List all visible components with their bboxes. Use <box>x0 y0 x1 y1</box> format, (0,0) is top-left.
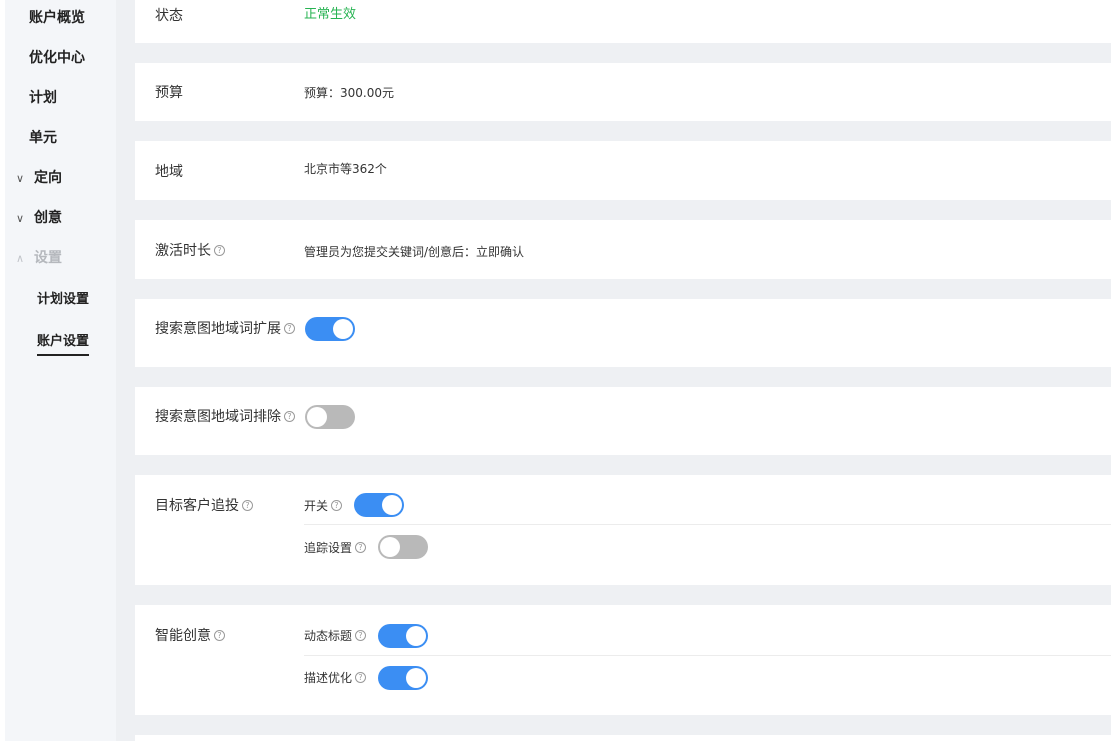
smart-creative-label: 智能创意? <box>155 627 225 645</box>
region-exclude-toggle[interactable] <box>305 405 355 429</box>
description-optimization-label: 描述优化? <box>304 670 367 686</box>
retarget-label: 目标客户追投? <box>155 497 253 515</box>
region-expand-label-text: 搜索意图地域词扩展 <box>155 321 281 337</box>
region-exclude-label: 搜索意图地域词排除? <box>155 408 295 426</box>
budget-value[interactable]: 预算：300.00元 <box>304 85 394 101</box>
toggle-knob <box>406 668 426 688</box>
sidebar-item-label: 定向 <box>34 170 62 186</box>
retarget-switch-label: 开关? <box>304 498 343 514</box>
status-card: 状态 正常生效 <box>135 0 1111 43</box>
budget-label: 预算 <box>155 85 183 101</box>
tracking-settings-label: 追踪设置? <box>304 540 367 556</box>
budget-card: 预算 预算：300.00元 <box>135 63 1111 121</box>
region-exclude-label-text: 搜索意图地域词排除 <box>155 409 281 425</box>
description-optimization-toggle[interactable] <box>378 666 428 690</box>
region-expand-label: 搜索意图地域词扩展? <box>155 320 295 338</box>
activation-label-text: 激活时长 <box>155 243 211 259</box>
sidebar-item-label: 账户概览 <box>29 10 85 26</box>
sidebar-item-label: 单元 <box>29 130 57 146</box>
divider <box>304 524 1111 525</box>
region-label: 地域 <box>155 164 183 180</box>
toggle-knob <box>307 407 327 427</box>
divider <box>304 655 1111 656</box>
description-optimization-label-text: 描述优化 <box>304 671 353 685</box>
activation-value: 管理员为您提交关键词/创意后：立即确认 <box>304 245 525 259</box>
chevron-down-icon: ∨ <box>16 212 25 225</box>
retarget-toggle[interactable] <box>354 493 404 517</box>
region-exclude-card: 搜索意图地域词排除? <box>135 387 1111 455</box>
tracking-settings-toggle[interactable] <box>378 535 428 559</box>
retarget-switch-label-text: 开关 <box>304 499 329 513</box>
sidebar-subitem-plan-settings[interactable]: 计划设置 <box>37 291 89 309</box>
sidebar-item-optimization[interactable]: 优化中心 <box>29 49 85 67</box>
sidebar-item-unit[interactable]: 单元 <box>29 129 57 147</box>
sidebar-subitem-account-settings[interactable]: 账户设置 <box>37 333 90 356</box>
dynamic-title-label-text: 动态标题 <box>304 629 353 643</box>
toggle-knob <box>382 495 402 515</box>
help-icon[interactable]: ? <box>331 500 343 511</box>
chevron-down-icon: ∨ <box>16 172 25 185</box>
chevron-up-icon: ∧ <box>16 252 25 265</box>
activation-card: 激活时长? 管理员为您提交关键词/创意后：立即确认 <box>135 220 1111 279</box>
status-value: 正常生效 <box>304 7 357 22</box>
sidebar-item-creative[interactable]: ∨ 创意 <box>16 209 62 228</box>
sidebar-item-label: 计划设置 <box>37 292 90 307</box>
toggle-knob <box>333 319 353 339</box>
smart-creative-card: 智能创意? 动态标题? 描述优化? <box>135 605 1111 715</box>
toggle-knob <box>380 537 400 557</box>
region-expand-card: 搜索意图地域词扩展? <box>135 299 1111 367</box>
sidebar-item-label: 创意 <box>34 210 62 226</box>
smart-creative-label-text: 智能创意 <box>155 628 211 644</box>
toggle-knob <box>406 626 426 646</box>
help-icon[interactable]: ? <box>284 411 295 422</box>
retarget-card: 目标客户追投? 开关? 追踪设置? <box>135 475 1111 585</box>
sidebar-item-label: 优化中心 <box>29 50 85 66</box>
help-icon[interactable]: ? <box>214 245 225 256</box>
sidebar-item-label: 账户设置 <box>37 334 90 349</box>
region-card: 地域 北京市等362个 <box>135 141 1111 200</box>
retarget-label-text: 目标客户追投 <box>155 498 239 514</box>
dynamic-title-label: 动态标题? <box>304 628 367 644</box>
dynamic-title-toggle[interactable] <box>378 624 428 648</box>
status-label: 状态 <box>155 8 183 24</box>
sidebar-item-settings[interactable]: ∧ 设置 <box>16 249 62 268</box>
sidebar-item-plan[interactable]: 计划 <box>29 89 57 107</box>
sidebar-item-label: 计划 <box>29 90 57 106</box>
help-icon[interactable]: ? <box>284 323 295 334</box>
next-card <box>135 735 1111 741</box>
sidebar-item-account-overview[interactable]: 账户概览 <box>29 9 85 27</box>
sidebar-item-targeting[interactable]: ∨ 定向 <box>16 169 62 188</box>
help-icon[interactable]: ? <box>214 630 225 641</box>
help-icon[interactable]: ? <box>355 672 367 683</box>
help-icon[interactable]: ? <box>355 630 367 641</box>
activation-label: 激活时长? <box>155 242 225 260</box>
sidebar: 账户概览 优化中心 计划 单元 ∨ 定向 ∨ 创意 ∧ 设置 计划设置 账户设置 <box>0 0 116 741</box>
help-icon[interactable]: ? <box>355 542 367 553</box>
region-expand-toggle[interactable] <box>305 317 355 341</box>
sidebar-item-label: 设置 <box>34 250 62 266</box>
tracking-settings-label-text: 追踪设置 <box>304 541 353 555</box>
region-value[interactable]: 北京市等362个 <box>304 161 387 177</box>
help-icon[interactable]: ? <box>242 500 253 511</box>
